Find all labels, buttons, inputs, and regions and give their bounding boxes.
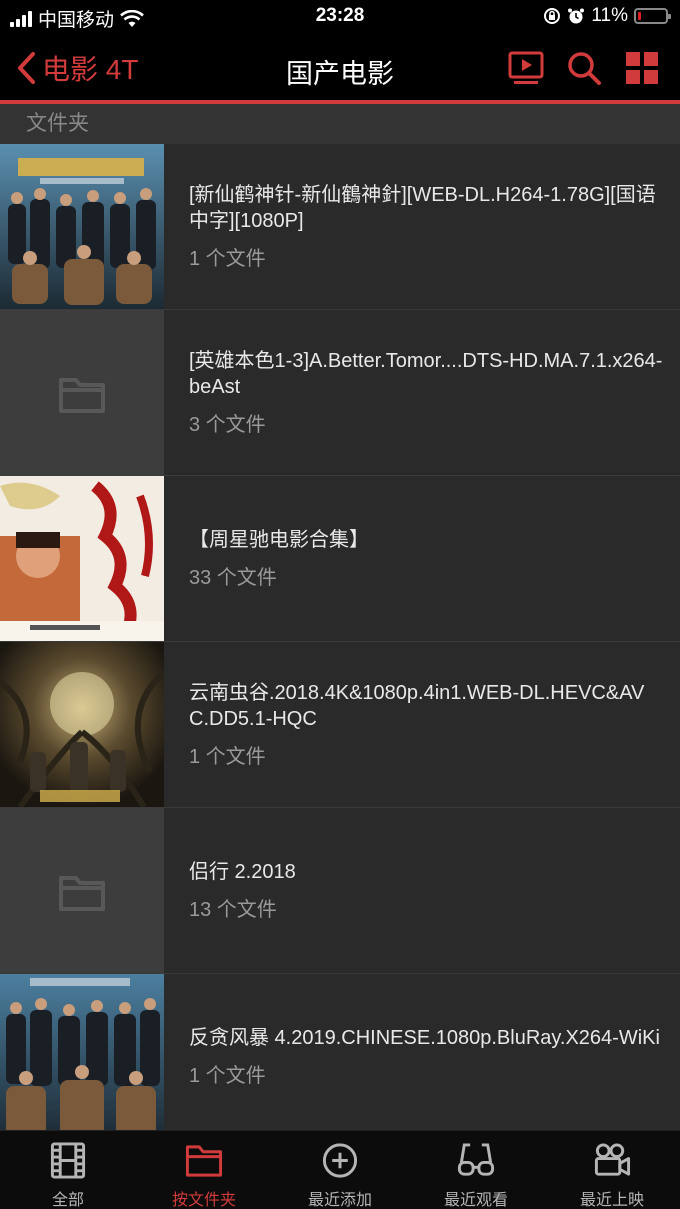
- poster-thumbnail: [0, 974, 164, 1139]
- alarm-icon: [568, 8, 585, 24]
- folder-placeholder-thumbnail: [0, 808, 164, 973]
- folder-row[interactable]: [新仙鹤神针-新仙鶴神針][WEB-DL.H264-1.78G][国语中字][1…: [0, 144, 680, 310]
- nav-bar: 电影 4T 国产电影: [0, 34, 680, 104]
- folder-title: [英雄本色1-3]A.Better.Tomor....DTS-HD.MA.7.1…: [189, 350, 663, 398]
- tab-recently-released[interactable]: 最近上映: [544, 1131, 680, 1209]
- glasses-icon: [457, 1143, 495, 1176]
- plus-circle-icon: [322, 1143, 358, 1178]
- folder-icon: [59, 876, 105, 911]
- poster-thumbnail: [0, 144, 164, 309]
- camera-icon: [594, 1143, 631, 1176]
- section-header: 文件夹: [0, 104, 680, 144]
- folder-row[interactable]: 侣行 2.2018 13 个文件: [0, 808, 680, 974]
- tab-all[interactable]: 全部: [0, 1131, 136, 1209]
- folder-file-count: 33 个文件: [189, 567, 277, 589]
- app-screen: 中国移动 23:28 11% 电影 4T 国产电影 文件夹 [新仙鹤神针-新仙鶴…: [0, 0, 680, 1209]
- folder-title: 云南虫谷.2018.4K&1080p.4in1.WEB-DL.HEVC&AVC.…: [189, 682, 645, 730]
- rotation-lock-icon: [544, 8, 561, 24]
- folder-info: 【周星驰电影合集】 33 个文件: [189, 476, 664, 641]
- film-icon: [50, 1142, 86, 1179]
- tab-recently-watched[interactable]: 最近观看: [408, 1131, 544, 1209]
- folder-row[interactable]: 云南虫谷.2018.4K&1080p.4in1.WEB-DL.HEVC&AVC.…: [0, 642, 680, 808]
- poster-thumbnail: [0, 642, 164, 807]
- folder-file-count: 3 个文件: [189, 414, 266, 436]
- status-right: 11%: [543, 5, 671, 27]
- tab-label: 最近观看: [443, 1192, 508, 1209]
- grid-icon[interactable]: [624, 50, 660, 86]
- folder-info: [英雄本色1-3]A.Better.Tomor....DTS-HD.MA.7.1…: [189, 310, 664, 475]
- folder-row[interactable]: 反贪风暴 4.2019.CHINESE.1080p.BluRay.X264-Wi…: [0, 974, 680, 1140]
- poster-thumbnail: [0, 476, 164, 641]
- folder-info: [新仙鹤神针-新仙鶴神針][WEB-DL.H264-1.78G][国语中字][1…: [189, 144, 664, 309]
- folder-file-count: 1 个文件: [189, 248, 266, 270]
- folder-info: 反贪风暴 4.2019.CHINESE.1080p.BluRay.X264-Wi…: [189, 974, 664, 1139]
- tab-bar: 全部 按文件夹 最近添加 最近观看 最近上映: [0, 1130, 680, 1209]
- folder-icon: [59, 378, 105, 413]
- folder-title: 侣行 2.2018: [189, 861, 296, 883]
- tab-label: 按文件夹: [171, 1192, 236, 1209]
- folder-title: 反贪风暴 4.2019.CHINESE.1080p.BluRay.X264-Wi…: [189, 1027, 660, 1049]
- tab-by-folder[interactable]: 按文件夹: [136, 1131, 272, 1209]
- folder-info: 云南虫谷.2018.4K&1080p.4in1.WEB-DL.HEVC&AVC.…: [189, 642, 664, 807]
- battery-icon: [634, 8, 671, 24]
- folder-icon: [185, 1145, 223, 1177]
- battery-percent: 11%: [591, 5, 628, 26]
- tv-play-icon[interactable]: [508, 50, 544, 86]
- folder-title: [新仙鹤神针-新仙鶴神針][WEB-DL.H264-1.78G][国语中字][1…: [189, 184, 656, 232]
- folder-info: 侣行 2.2018 13 个文件: [189, 808, 664, 973]
- folder-file-count: 1 个文件: [189, 746, 266, 768]
- folder-file-count: 1 个文件: [189, 1065, 266, 1087]
- status-bar: 中国移动 23:28 11%: [0, 0, 680, 34]
- folder-row[interactable]: 【周星驰电影合集】 33 个文件: [0, 476, 680, 642]
- tab-label: 最近上映: [579, 1192, 644, 1209]
- folder-row[interactable]: [英雄本色1-3]A.Better.Tomor....DTS-HD.MA.7.1…: [0, 310, 680, 476]
- tab-label: 全部: [51, 1192, 84, 1209]
- search-icon[interactable]: [566, 50, 602, 86]
- tab-label: 最近添加: [307, 1192, 372, 1209]
- folder-title: 【周星驰电影合集】: [189, 529, 369, 551]
- folder-list: [新仙鹤神针-新仙鶴神針][WEB-DL.H264-1.78G][国语中字][1…: [0, 144, 680, 1140]
- folder-file-count: 13 个文件: [189, 899, 277, 921]
- tab-recently-added[interactable]: 最近添加: [272, 1131, 408, 1209]
- nav-actions: [508, 50, 660, 86]
- folder-placeholder-thumbnail: [0, 310, 164, 475]
